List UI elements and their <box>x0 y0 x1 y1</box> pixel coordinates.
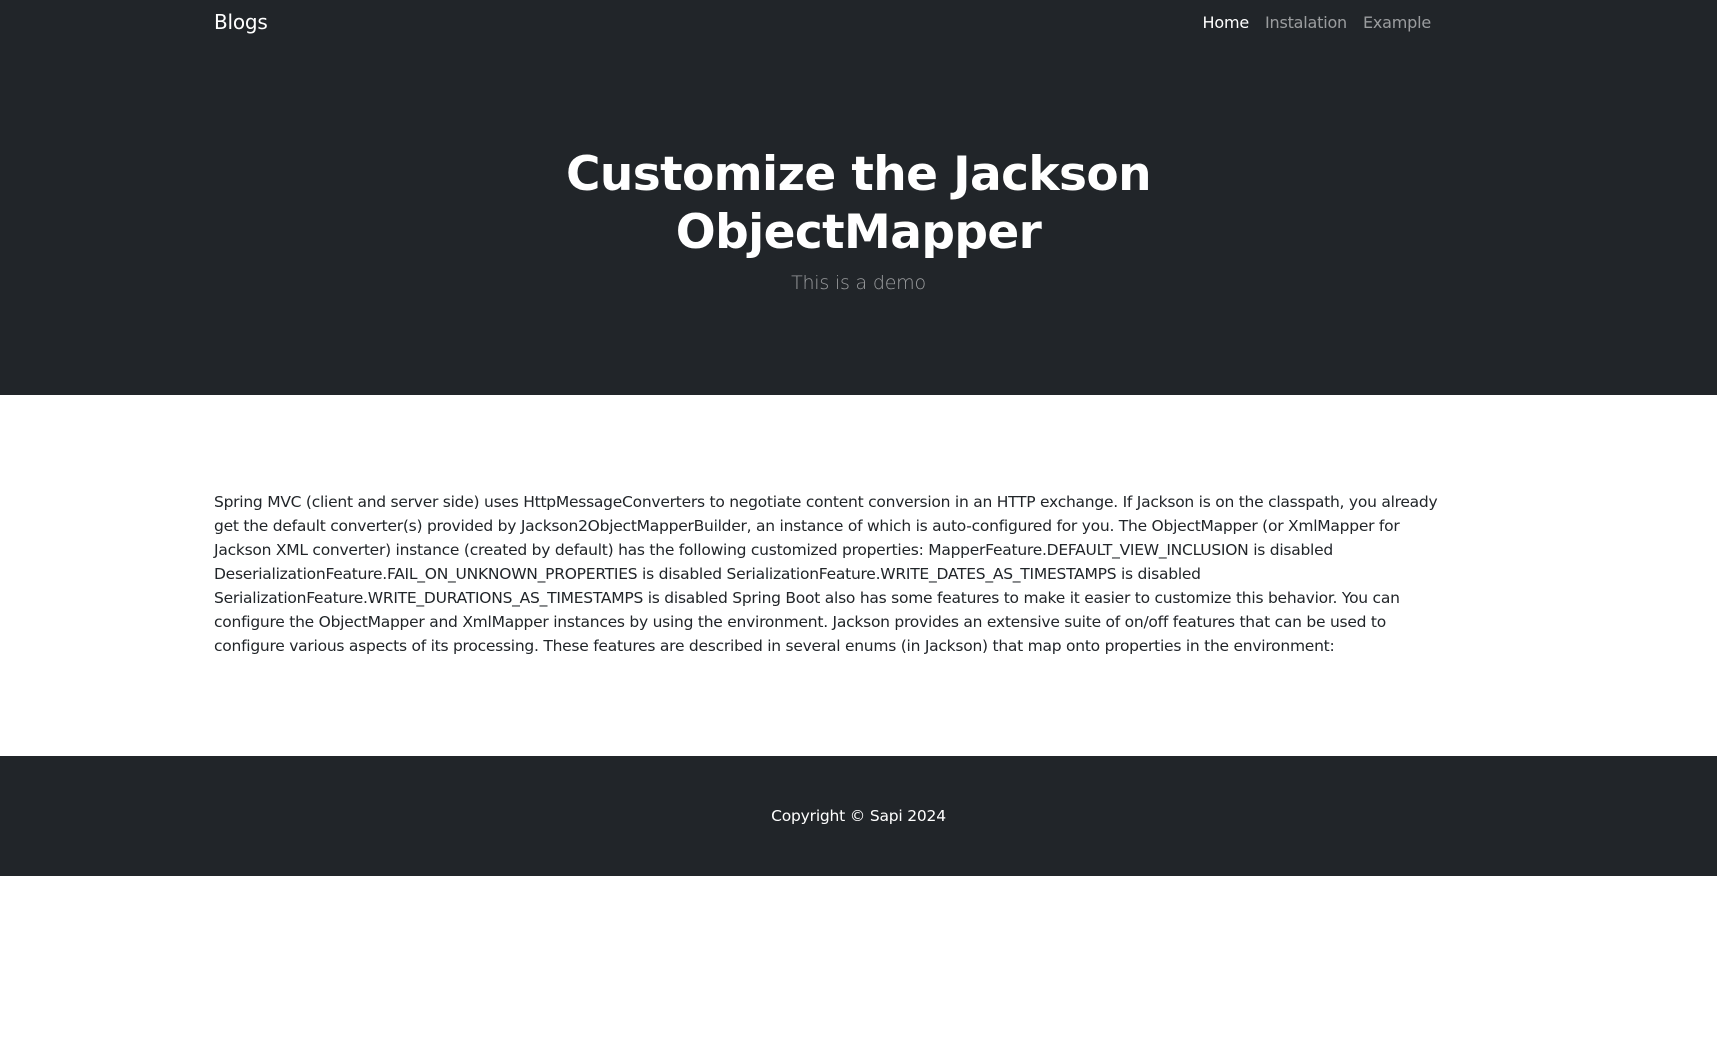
page: Blogs Home Instalation Example Customize… <box>0 0 1717 1052</box>
nav-link-instalation[interactable]: Instalation <box>1265 13 1347 32</box>
navbar: Blogs Home Instalation Example <box>214 0 1431 44</box>
header-masthead: Blogs Home Instalation Example Customize… <box>0 0 1717 395</box>
article-body: Spring MVC (client and server side) uses… <box>214 493 1438 655</box>
nav-link-home[interactable]: Home <box>1203 13 1250 32</box>
nav-link-example[interactable]: Example <box>1363 13 1431 32</box>
footer: Copyright © Sapi 2024 <box>0 756 1717 876</box>
footer-copyright: Copyright © Sapi 2024 <box>771 807 946 825</box>
page-title: Customize the Jackson ObjectMapper <box>0 146 1717 262</box>
navbar-brand[interactable]: Blogs <box>214 10 268 34</box>
page-subtitle: This is a demo <box>791 272 926 294</box>
page-title-line-2: ObjectMapper <box>675 205 1042 260</box>
page-title-line-1: Customize the Jackson <box>566 147 1152 202</box>
nav-links: Home Instalation Example <box>1203 13 1432 32</box>
